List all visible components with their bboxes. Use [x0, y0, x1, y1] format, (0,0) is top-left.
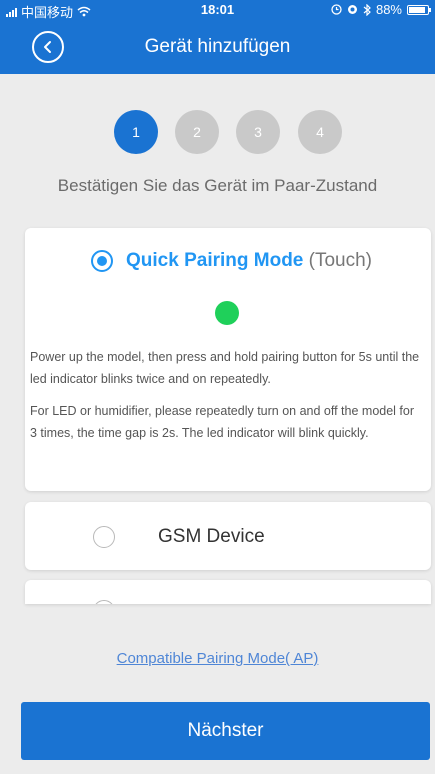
compatible-pairing-link[interactable]: Compatible Pairing Mode( AP) — [0, 650, 435, 667]
quick-pairing-name: Quick Pairing Mode — [126, 250, 304, 271]
next-button[interactable]: Nächster — [21, 702, 430, 760]
third-mode-card[interactable] — [25, 580, 431, 604]
step-2: 2 — [175, 110, 219, 154]
clock-icon — [347, 5, 357, 14]
instruction-subtitle: Bestätigen Sie das Gerät im Paar-Zustand — [57, 176, 378, 195]
gsm-device-radio[interactable] — [93, 526, 115, 548]
bluetooth-icon — [363, 3, 371, 16]
quick-pairing-description-1: Power up the model, then press and hold … — [30, 350, 420, 386]
quick-pairing-suffix: (Touch) — [308, 250, 373, 271]
battery-fill — [409, 6, 425, 13]
status-bar: 中国移动 18:01 88% — [0, 0, 435, 20]
nav-bar: Gerät hinzufügen — [0, 20, 435, 74]
alarm-icon — [331, 4, 342, 15]
quick-pairing-title: Quick Pairing Mode (Touch) — [126, 250, 372, 272]
quick-pairing-description-2: For LED or humidifier, please repeatedly… — [30, 404, 415, 440]
step-4: 4 — [298, 110, 342, 154]
step-1: 1 — [114, 110, 158, 154]
step-indicator: 1 2 3 4 — [0, 110, 435, 154]
led-indicator-icon — [215, 301, 239, 325]
status-right: 88% — [331, 2, 431, 17]
third-mode-radio[interactable] — [93, 600, 115, 604]
step-3: 3 — [236, 110, 280, 154]
gsm-device-label: GSM Device — [158, 526, 265, 547]
page-title: Gerät hinzufügen — [144, 36, 291, 57]
quick-pairing-card[interactable]: Quick Pairing Mode (Touch) Power up the … — [25, 228, 431, 491]
battery-icon — [407, 4, 431, 15]
gsm-device-card[interactable]: GSM Device — [25, 502, 431, 570]
quick-pairing-radio[interactable] — [91, 250, 113, 272]
battery-percent: 88% — [375, 2, 402, 17]
